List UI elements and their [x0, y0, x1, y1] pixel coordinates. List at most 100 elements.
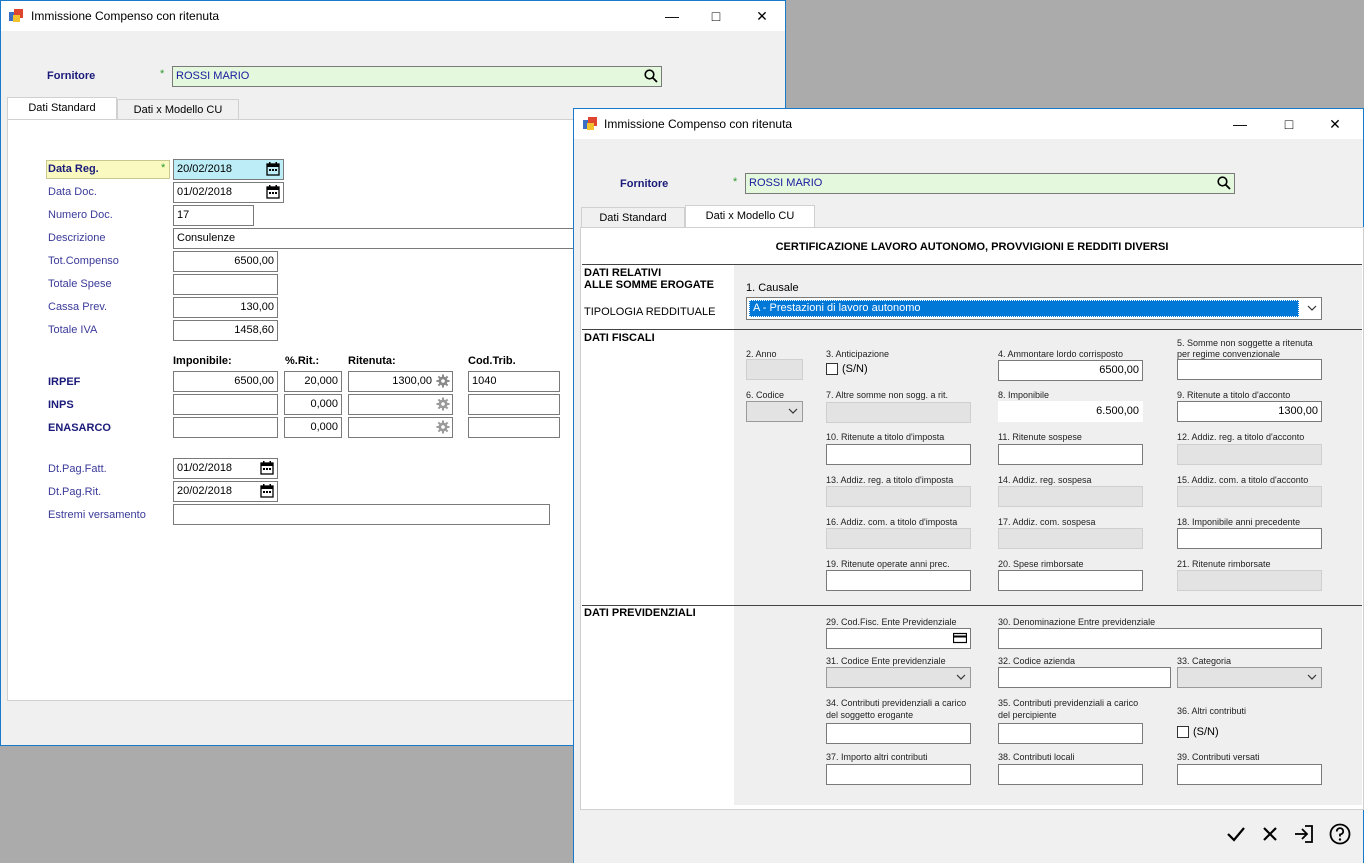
calendar-icon[interactable]	[266, 162, 280, 176]
f34-label-line2: del soggetto erogante	[826, 710, 914, 720]
tab-dati-modello-cu[interactable]: Dati x Modello CU	[117, 99, 239, 121]
f9-input[interactable]: 1300,00	[1177, 401, 1322, 422]
f33-select[interactable]	[1177, 667, 1322, 688]
f32-label: 32. Codice azienda	[998, 656, 1076, 666]
irpef-label: IRPEF	[48, 376, 81, 388]
enasarco-imponibile[interactable]	[173, 417, 278, 438]
f39-label: 39. Contributi versati	[1177, 752, 1260, 762]
chevron-down-icon[interactable]	[956, 672, 966, 682]
inps-cod-trib[interactable]	[468, 394, 560, 415]
required-marker: *	[733, 176, 738, 188]
window-back-titlebar[interactable]: Immissione Compenso con ritenuta — □ ✕	[1, 1, 785, 31]
f31-select[interactable]	[826, 667, 971, 688]
f7-input[interactable]	[826, 402, 971, 423]
fornitore-input[interactable]: ROSSI MARIO	[172, 66, 662, 87]
chevron-down-icon[interactable]	[1307, 303, 1317, 313]
search-icon[interactable]	[644, 69, 658, 83]
irpef-cod-trib[interactable]: 1040	[468, 371, 560, 392]
exit-icon[interactable]	[1292, 822, 1316, 846]
f19-input[interactable]	[826, 570, 971, 591]
maximize-icon[interactable]: □	[693, 1, 739, 31]
f29-input[interactable]	[826, 628, 971, 649]
inps-rit[interactable]: 0,000	[284, 394, 342, 415]
causale-select[interactable]: A - Prestazioni di lavoro autonomo	[746, 297, 1322, 320]
f2-input[interactable]	[746, 359, 803, 380]
f21-input[interactable]	[1177, 570, 1322, 591]
dt-pag-rit-input[interactable]: 20/02/2018	[173, 481, 278, 502]
f34-input[interactable]	[826, 723, 971, 744]
numero-doc-input[interactable]: 17	[173, 205, 254, 226]
f14-input[interactable]	[998, 486, 1143, 507]
f30-input[interactable]	[998, 628, 1322, 649]
f18-input[interactable]	[1177, 528, 1322, 549]
enasarco-ritenuta[interactable]	[348, 417, 453, 438]
close-icon[interactable]: ✕	[739, 1, 785, 31]
minimize-icon[interactable]: —	[649, 1, 695, 31]
f36-checkbox-label: (S/N)	[1193, 726, 1219, 738]
calendar-icon[interactable]	[260, 461, 274, 475]
chevron-down-icon[interactable]	[788, 406, 798, 416]
f9-label: 9. Ritenute a titolo d'acconto	[1177, 390, 1291, 400]
chevron-down-icon[interactable]	[1307, 672, 1317, 682]
id-card-icon[interactable]	[953, 631, 967, 645]
cancel-x-icon[interactable]	[1258, 822, 1282, 846]
descrizione-input[interactable]: Consulenze	[173, 228, 575, 249]
f21-label: 21. Ritenute rimborsate	[1177, 559, 1271, 569]
gear-icon[interactable]	[436, 374, 450, 388]
search-icon[interactable]	[1217, 176, 1231, 190]
f3-checkbox[interactable]	[826, 363, 838, 375]
gear-icon[interactable]	[436, 420, 450, 434]
window-front-titlebar[interactable]: Immissione Compenso con ritenuta — □ ✕	[574, 109, 1363, 139]
totale-spese-input[interactable]	[173, 274, 278, 295]
f17-input[interactable]	[998, 528, 1143, 549]
f20-input[interactable]	[998, 570, 1143, 591]
enasarco-cod-trib[interactable]	[468, 417, 560, 438]
minimize-icon[interactable]: —	[1217, 109, 1263, 139]
f35-input[interactable]	[998, 723, 1143, 744]
gear-icon[interactable]	[436, 397, 450, 411]
calendar-icon[interactable]	[260, 484, 274, 498]
dt-pag-rit-value: 20/02/2018	[177, 485, 233, 497]
enasarco-rit[interactable]: 0,000	[284, 417, 342, 438]
f13-input[interactable]	[826, 486, 971, 507]
f6-select[interactable]	[746, 401, 803, 422]
f32-input[interactable]	[998, 667, 1171, 688]
f37-input[interactable]	[826, 764, 971, 785]
tot-compenso-input[interactable]: 6500,00	[173, 251, 278, 272]
close-icon[interactable]: ✕	[1312, 109, 1358, 139]
f8-input[interactable]: 6.500,00	[998, 401, 1143, 422]
irpef-ritenuta[interactable]: 1300,00	[348, 371, 453, 392]
inps-ritenuta[interactable]	[348, 394, 453, 415]
irpef-ritenuta-value: 1300,00	[392, 375, 432, 387]
irpef-rit[interactable]: 20,000	[284, 371, 342, 392]
f16-input[interactable]	[826, 528, 971, 549]
calendar-icon[interactable]	[266, 185, 280, 199]
data-reg-input[interactable]: 20/02/2018	[173, 159, 284, 180]
help-icon[interactable]	[1328, 822, 1352, 846]
irpef-imponibile[interactable]: 6500,00	[173, 371, 278, 392]
cassa-prev-input[interactable]: 130,00	[173, 297, 278, 318]
tab-dati-standard[interactable]: Dati Standard	[7, 97, 117, 121]
inps-imponibile[interactable]	[173, 394, 278, 415]
f5-input[interactable]	[1177, 359, 1322, 380]
estremi-input[interactable]	[173, 504, 550, 525]
required-marker: *	[160, 68, 165, 80]
tab-dati-standard[interactable]: Dati Standard	[581, 207, 685, 229]
data-doc-input[interactable]: 01/02/2018	[173, 182, 284, 203]
f39-input[interactable]	[1177, 764, 1322, 785]
f36-checkbox[interactable]	[1177, 726, 1189, 738]
dt-pag-fatt-input[interactable]: 01/02/2018	[173, 458, 278, 479]
f12-input[interactable]	[1177, 444, 1322, 465]
tab-dati-modello-cu[interactable]: Dati x Modello CU	[685, 205, 815, 229]
f10-input[interactable]	[826, 444, 971, 465]
f38-input[interactable]	[998, 764, 1143, 785]
fornitore-input[interactable]: ROSSI MARIO	[745, 173, 1235, 194]
totale-iva-input[interactable]: 1458,60	[173, 320, 278, 341]
confirm-check-icon[interactable]	[1224, 822, 1248, 846]
required-marker: *	[161, 162, 166, 174]
header-cod-trib: Cod.Trib.	[468, 355, 516, 367]
maximize-icon[interactable]: □	[1266, 109, 1312, 139]
f4-input[interactable]: 6500,00	[998, 360, 1143, 381]
f15-input[interactable]	[1177, 486, 1322, 507]
f11-input[interactable]	[998, 444, 1143, 465]
